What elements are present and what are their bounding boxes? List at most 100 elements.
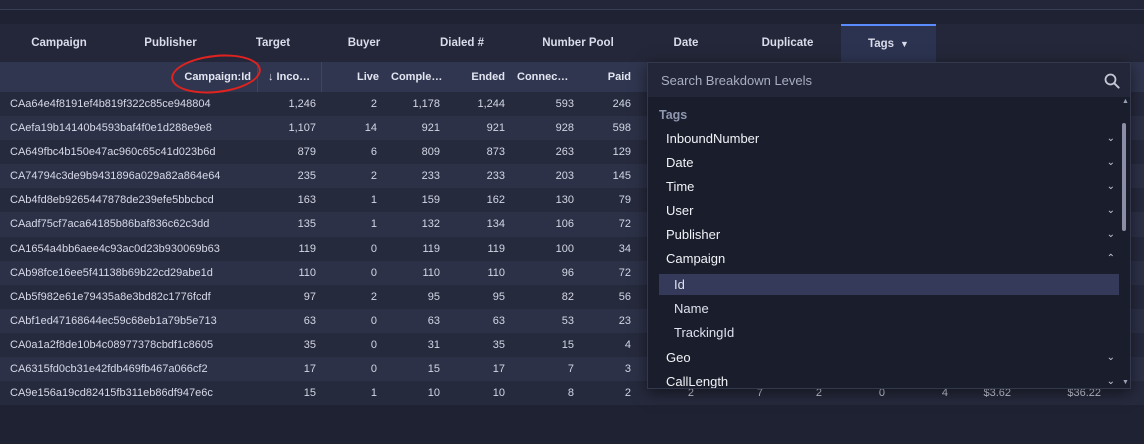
metric-cell: 63 bbox=[427, 314, 440, 327]
metric-cell: 31 bbox=[427, 338, 440, 351]
metric-cell: 246 bbox=[612, 98, 631, 110]
metric-cell: 15 bbox=[427, 363, 440, 376]
metric-cell: 2 bbox=[370, 290, 377, 303]
dropdown-item-time[interactable]: Time ⌄ bbox=[659, 175, 1121, 199]
metric-cell: 53 bbox=[561, 314, 574, 327]
dropdown-item-label: Publisher bbox=[666, 227, 721, 242]
metric-cell: 4 bbox=[624, 338, 631, 351]
tab-date[interactable]: Date bbox=[637, 24, 735, 62]
dropdown-subitem-label: Id bbox=[674, 277, 685, 292]
tab-publisher[interactable]: Publisher bbox=[118, 24, 223, 62]
metric-cell: 1,246 bbox=[288, 98, 316, 110]
metric-cell: 1,107 bbox=[288, 122, 316, 135]
metric-cell: 63 bbox=[492, 314, 505, 327]
metric-cell: 119 bbox=[422, 242, 440, 255]
campaign-id-cell: CAadf75cf7aca64185b86baf836c62c3dd bbox=[10, 218, 210, 231]
metric-cell: 130 bbox=[555, 194, 574, 207]
metric-cell: 106 bbox=[555, 218, 574, 231]
metric-cell: 593 bbox=[555, 98, 574, 110]
dropdown-item-label: InboundNumber bbox=[666, 131, 760, 146]
metric-cell: 119 bbox=[298, 242, 316, 255]
metric-cell: 0 bbox=[370, 338, 377, 351]
metric-cell: 809 bbox=[421, 146, 440, 159]
breakdown-tabs: Campaign Publisher Target Buyer Dialed #… bbox=[0, 24, 1144, 62]
metric-cell: 129 bbox=[612, 146, 631, 159]
metric-cell: 2 bbox=[624, 387, 631, 400]
dropdown-item-geo[interactable]: Geo ⌄ bbox=[659, 346, 1121, 370]
metric-cell: 134 bbox=[486, 218, 505, 231]
tab-duplicate[interactable]: Duplicate bbox=[735, 24, 840, 62]
metric-cell: 233 bbox=[486, 170, 505, 183]
metric-cell: 23 bbox=[618, 314, 631, 327]
dropdown-item-campaign[interactable]: Campaign ⌃ bbox=[659, 247, 1121, 271]
metric-cell: 1,178 bbox=[412, 98, 440, 110]
dropdown-item-inboundnumber[interactable]: InboundNumber ⌄ bbox=[659, 127, 1121, 151]
col-incoming[interactable]: ↓ Inco… bbox=[258, 62, 322, 92]
tab-number-pool[interactable]: Number Pool bbox=[519, 24, 637, 62]
metric-cell: 35 bbox=[303, 338, 316, 351]
metric-cell: 119 bbox=[487, 242, 505, 255]
col-connected[interactable]: Connec… bbox=[510, 62, 580, 92]
campaign-id-cell: CA1654a4bb6aee4c93ac0d23b930069b63 bbox=[10, 242, 220, 255]
dropdown-section-tags: Tags bbox=[659, 108, 688, 122]
metric-cell: 34 bbox=[618, 242, 631, 255]
scroll-down-arrow-icon[interactable]: ▼ bbox=[1122, 379, 1129, 386]
col-live[interactable]: Live bbox=[322, 62, 382, 92]
metric-cell: 928 bbox=[555, 122, 574, 135]
dropdown-item-label: CallLength bbox=[666, 374, 729, 389]
metric-cell: 598 bbox=[612, 122, 631, 135]
metric-cell: 97 bbox=[303, 290, 316, 303]
search-input[interactable] bbox=[648, 63, 1088, 97]
metric-cell: 10 bbox=[492, 387, 505, 400]
metric-cell: 879 bbox=[297, 146, 316, 159]
metric-cell: 873 bbox=[486, 146, 505, 159]
metric-cell: 0 bbox=[370, 242, 377, 255]
campaign-id-cell: CA6315fd0cb31e42fdb469fb467a066cf2 bbox=[10, 363, 208, 376]
tab-tags[interactable]: Tags ▼ bbox=[841, 24, 936, 62]
metric-cell: 163 bbox=[297, 194, 316, 207]
top-bar bbox=[0, 0, 1144, 10]
metric-cell: 0 bbox=[370, 314, 377, 327]
campaign-id-cell: CAb5f982e61e79435a8e3bd82c1776fcdf bbox=[10, 290, 211, 303]
metric-cell: 0 bbox=[370, 363, 377, 376]
dropdown-item-calllength[interactable]: CallLength ⌄ bbox=[659, 370, 1121, 389]
metric-cell: 921 bbox=[486, 122, 505, 135]
col-completed[interactable]: Comple… bbox=[382, 62, 446, 92]
dropdown-item-user[interactable]: User ⌄ bbox=[659, 199, 1121, 223]
dropdown-item-date[interactable]: Date ⌄ bbox=[659, 151, 1121, 175]
dropdown-item-label: Time bbox=[666, 179, 695, 194]
metric-cell: 6 bbox=[370, 146, 377, 159]
metric-cell: 3 bbox=[624, 363, 631, 376]
dropdown-subitem-label: TrackingId bbox=[674, 325, 735, 340]
dropdown-item-publisher[interactable]: Publisher ⌄ bbox=[659, 223, 1121, 247]
metric-cell: 15 bbox=[561, 338, 574, 351]
col-ended[interactable]: Ended bbox=[446, 62, 510, 92]
search-icon[interactable] bbox=[1104, 73, 1120, 89]
col-paid[interactable]: Paid bbox=[580, 62, 632, 92]
breakdown-levels-dropdown: Tags InboundNumber ⌄ Date ⌄ Time ⌄ User ⌄ Pu… bbox=[647, 62, 1131, 389]
scrollbar-thumb[interactable] bbox=[1122, 123, 1126, 231]
campaign-id-cell: CAefa19b14140b4593baf4f0e1d288e9e8 bbox=[10, 122, 212, 135]
metric-cell: 203 bbox=[555, 170, 574, 183]
metric-cell: 17 bbox=[303, 363, 316, 376]
dropdown-subitem-trackingid[interactable]: TrackingId bbox=[659, 322, 1119, 343]
tab-buyer[interactable]: Buyer bbox=[323, 24, 405, 62]
chevron-down-icon: ⌄ bbox=[1106, 133, 1115, 144]
metric-cell: 72 bbox=[618, 218, 631, 231]
scroll-up-arrow-icon[interactable]: ▲ bbox=[1122, 98, 1129, 105]
metric-cell: 135 bbox=[297, 218, 316, 231]
campaign-id-cell: CA9e156a19cd82415fb311eb86df947e6c bbox=[10, 387, 213, 400]
tab-campaign[interactable]: Campaign bbox=[0, 24, 118, 62]
metric-cell: 95 bbox=[492, 290, 505, 303]
metric-cell: 63 bbox=[303, 314, 316, 327]
metric-cell: 7 bbox=[567, 363, 574, 376]
col-campaign-id[interactable]: Campaign:Id bbox=[0, 62, 258, 92]
metric-cell: 17 bbox=[492, 363, 505, 376]
metric-cell: 921 bbox=[421, 122, 440, 135]
tab-target[interactable]: Target bbox=[223, 24, 323, 62]
tab-dialed-number[interactable]: Dialed # bbox=[405, 24, 519, 62]
dropdown-subitem-name[interactable]: Name bbox=[659, 298, 1119, 319]
metric-cell: 235 bbox=[297, 170, 316, 183]
dropdown-subitem-id[interactable]: Id bbox=[659, 274, 1119, 295]
campaign-id-cell: CAbf1ed47168644ec59c68eb1a79b5e713 bbox=[10, 314, 217, 327]
